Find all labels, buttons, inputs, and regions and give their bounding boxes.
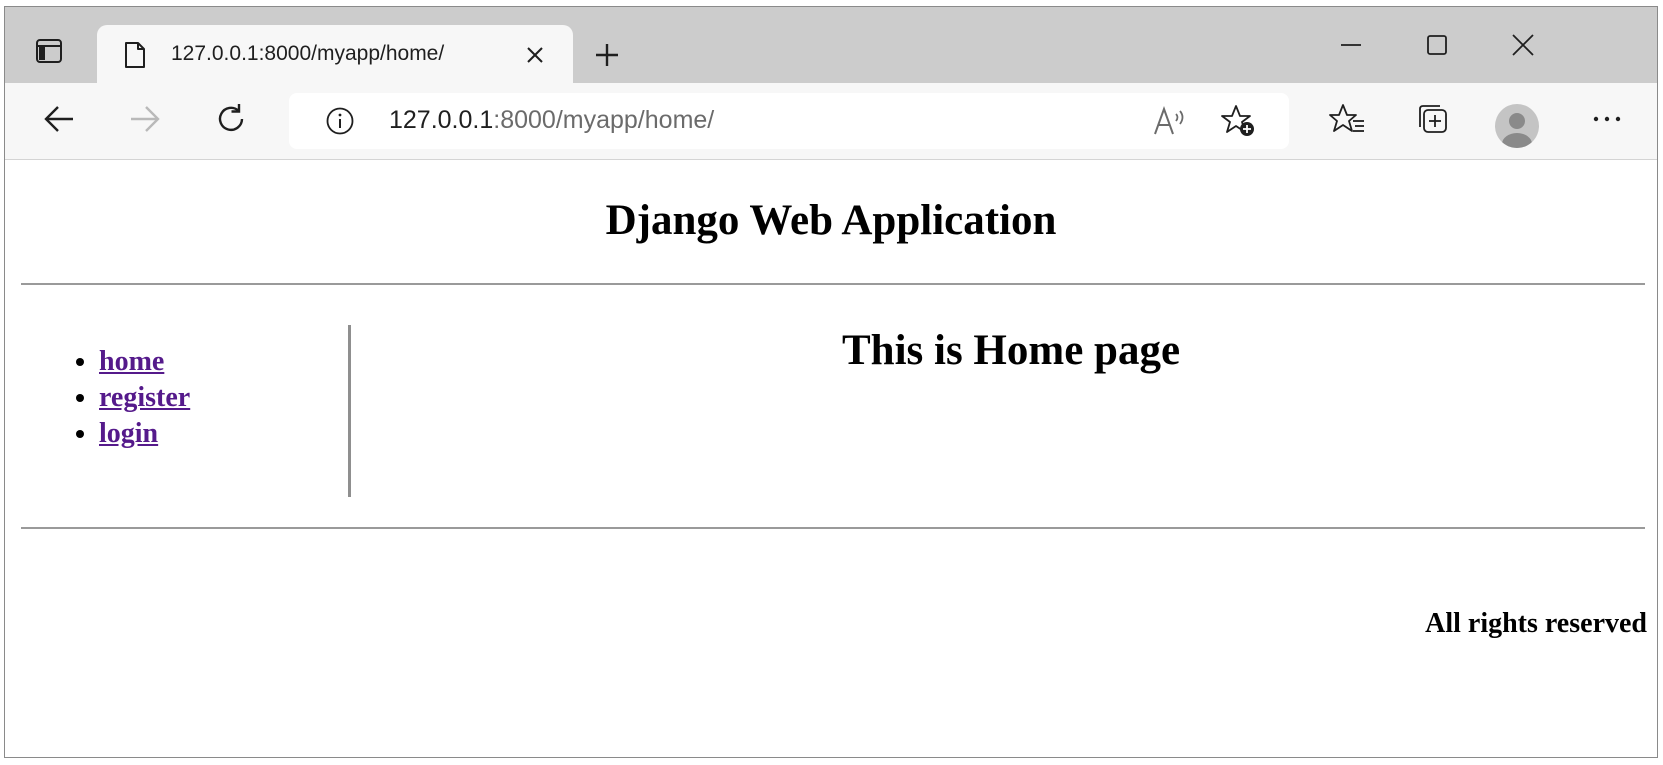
new-tab-button[interactable]	[587, 35, 627, 75]
favorites-icon	[1329, 104, 1364, 132]
window-close-button[interactable]	[1499, 25, 1547, 65]
close-icon	[1512, 34, 1534, 56]
favorites-button[interactable]	[1323, 95, 1371, 143]
main-heading: This is Home page	[841, 327, 1181, 374]
url-text[interactable]: 127.0.0.1:8000/myapp/home/	[389, 106, 714, 135]
refresh-button[interactable]	[207, 95, 255, 143]
plus-icon	[596, 44, 618, 66]
add-favorite-icon	[1221, 105, 1254, 136]
back-button[interactable]	[35, 95, 83, 143]
forward-arrow-icon	[131, 106, 160, 132]
forward-button[interactable]	[121, 95, 169, 143]
nav-menu: home register login	[5, 344, 335, 452]
tab-actions-button[interactable]	[23, 29, 75, 77]
tab-active[interactable]: 127.0.0.1:8000/myapp/home/	[97, 25, 573, 85]
refresh-icon	[218, 104, 244, 132]
address-bar[interactable]: 127.0.0.1:8000/myapp/home/	[289, 93, 1289, 149]
read-aloud-icon	[1154, 106, 1184, 135]
toolbar: 127.0.0.1:8000/myapp/home/	[5, 83, 1657, 160]
nav-item-login: login	[99, 416, 335, 452]
header-divider	[21, 283, 1645, 285]
settings-more-button[interactable]	[1583, 95, 1631, 143]
minimize-icon	[1341, 44, 1361, 46]
maximize-icon	[1427, 35, 1447, 55]
nav-item-register: register	[99, 380, 335, 416]
add-favorite-button[interactable]	[1219, 103, 1259, 139]
maximize-button[interactable]	[1413, 25, 1461, 65]
tab-close-button[interactable]	[521, 41, 549, 69]
info-icon[interactable]	[325, 106, 355, 136]
nav-item-home: home	[99, 344, 335, 380]
collections-icon	[1419, 105, 1447, 133]
footer-divider	[21, 527, 1645, 529]
close-icon	[527, 47, 543, 63]
back-arrow-icon	[44, 106, 73, 132]
read-aloud-button[interactable]	[1151, 103, 1191, 139]
tab-actions-icon	[35, 38, 63, 69]
profile-avatar[interactable]	[1495, 104, 1539, 148]
tab-strip: 127.0.0.1:8000/myapp/home/	[5, 7, 1657, 85]
browser-window: 127.0.0.1:8000/myapp/home/ 127.0.0.1:800…	[4, 6, 1658, 758]
tab-title: 127.0.0.1:8000/myapp/home/	[171, 42, 445, 65]
url-path: :8000/myapp/home/	[493, 106, 715, 134]
sidebar-divider	[348, 325, 351, 497]
more-icon	[1593, 116, 1621, 122]
url-host: 127.0.0.1	[389, 106, 494, 134]
nav-link-login[interactable]: login	[99, 418, 158, 449]
minimize-button[interactable]	[1327, 25, 1375, 65]
site-title: Django Web Application	[605, 197, 1057, 244]
collections-button[interactable]	[1409, 95, 1457, 143]
page-icon	[123, 41, 147, 69]
nav-link-register[interactable]: register	[99, 382, 190, 413]
nav-link-home[interactable]: home	[99, 346, 164, 377]
web-page: Django Web Application home register log…	[5, 160, 1657, 757]
footer-text: All rights reserved	[1425, 608, 1647, 639]
nav-list: home register login	[5, 344, 335, 452]
